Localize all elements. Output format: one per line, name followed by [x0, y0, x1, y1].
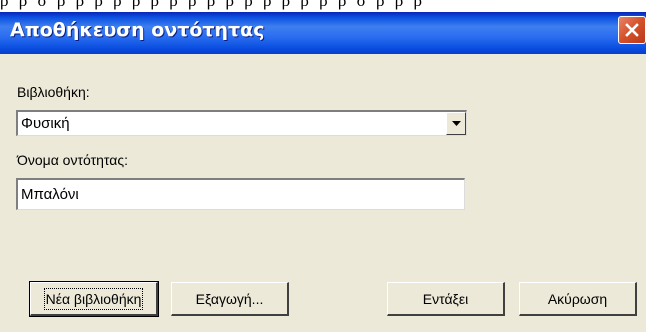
- dialog-body: Βιβλιοθήκη: Φυσική Όνομα οντότητας: Μπαλ…: [0, 54, 646, 332]
- close-button[interactable]: [618, 16, 646, 44]
- library-label: Βιβλιοθήκη:: [17, 84, 90, 100]
- background-window-fragment: ρ ρ σ ρ ρ ρ ρ ρ ρ ρ ρ ρ ρ ρ ρ ρ ρ ρ ρ σ …: [0, 0, 646, 12]
- export-button[interactable]: Εξαγωγή...: [171, 282, 289, 316]
- library-select[interactable]: Φυσική: [16, 110, 467, 136]
- entity-name-field[interactable]: Μπαλόνι: [16, 178, 465, 210]
- chevron-down-icon: [452, 121, 461, 126]
- new-library-button[interactable]: Νέα βιβλιοθήκη: [29, 281, 159, 317]
- ok-button-label: Εντάξει: [422, 290, 469, 307]
- window-title: Αποθήκευση οντότητας: [10, 19, 265, 41]
- title-bar[interactable]: Αποθήκευση οντότητας: [0, 12, 646, 54]
- entity-name-label: Όνομα οντότητας:: [17, 152, 128, 168]
- ok-button[interactable]: Εντάξει: [387, 282, 505, 316]
- cancel-button[interactable]: Ακύρωση: [519, 282, 637, 316]
- new-library-button-label: Νέα βιβλιοθήκη: [43, 287, 144, 310]
- library-dropdown-button[interactable]: [446, 112, 466, 135]
- library-select-value: Φυσική: [21, 115, 70, 132]
- entity-name-value: Μπαλόνι: [21, 186, 79, 203]
- close-icon: [625, 23, 639, 37]
- export-button-label: Εξαγωγή...: [195, 290, 264, 307]
- cancel-button-label: Ακύρωση: [547, 290, 608, 307]
- background-text-fragment: ρ ρ σ ρ ρ ρ ρ ρ ρ ρ ρ ρ ρ ρ ρ ρ ρ ρ ρ σ …: [0, 0, 425, 10]
